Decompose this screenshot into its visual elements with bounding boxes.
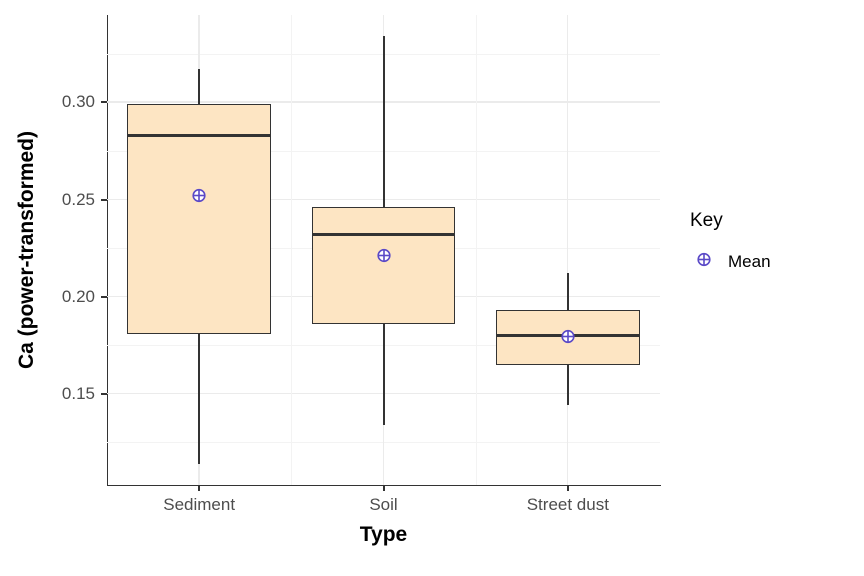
gridline-v-minor [476, 15, 477, 485]
tick-mark-y [101, 101, 107, 103]
tick-mark-x [198, 485, 200, 491]
tick-label-y: 0.15 [0, 384, 95, 404]
legend-label: Mean [728, 252, 771, 272]
whisker-lower [383, 324, 385, 425]
mean-point [192, 188, 206, 207]
mean-point [377, 248, 391, 267]
whisker-lower [198, 334, 200, 464]
gridline-v-minor [291, 15, 292, 485]
median-line [127, 134, 271, 137]
tick-mark-y [101, 393, 107, 395]
crosshair-circle-icon [561, 330, 575, 344]
box [127, 104, 271, 333]
crosshair-circle-icon [192, 188, 206, 202]
crosshair-circle-icon [697, 253, 711, 267]
tick-mark-x [567, 485, 569, 491]
mean-point [561, 330, 575, 349]
chart-root: 0.150.200.250.30SedimentSoilStreet dustC… [0, 0, 864, 576]
tick-mark-y [101, 296, 107, 298]
axis-title-x: Type [360, 523, 407, 547]
tick-mark-y [101, 199, 107, 201]
whisker-lower [567, 365, 569, 406]
tick-label-x: Street dust [527, 495, 609, 515]
tick-label-y: 0.30 [0, 92, 95, 112]
tick-label-x: Sediment [163, 495, 235, 515]
whisker-upper [383, 36, 385, 207]
legend-key [690, 248, 718, 276]
whisker-upper [198, 69, 200, 104]
median-line [312, 233, 456, 236]
legend-title: Key [690, 210, 723, 232]
tick-label-x: Soil [369, 495, 397, 515]
gridline-v [567, 15, 569, 485]
tick-mark-x [383, 485, 385, 491]
axis-title-y: Ca (power-transformed) [15, 131, 39, 369]
crosshair-circle-icon [377, 248, 391, 262]
whisker-upper [567, 273, 569, 310]
